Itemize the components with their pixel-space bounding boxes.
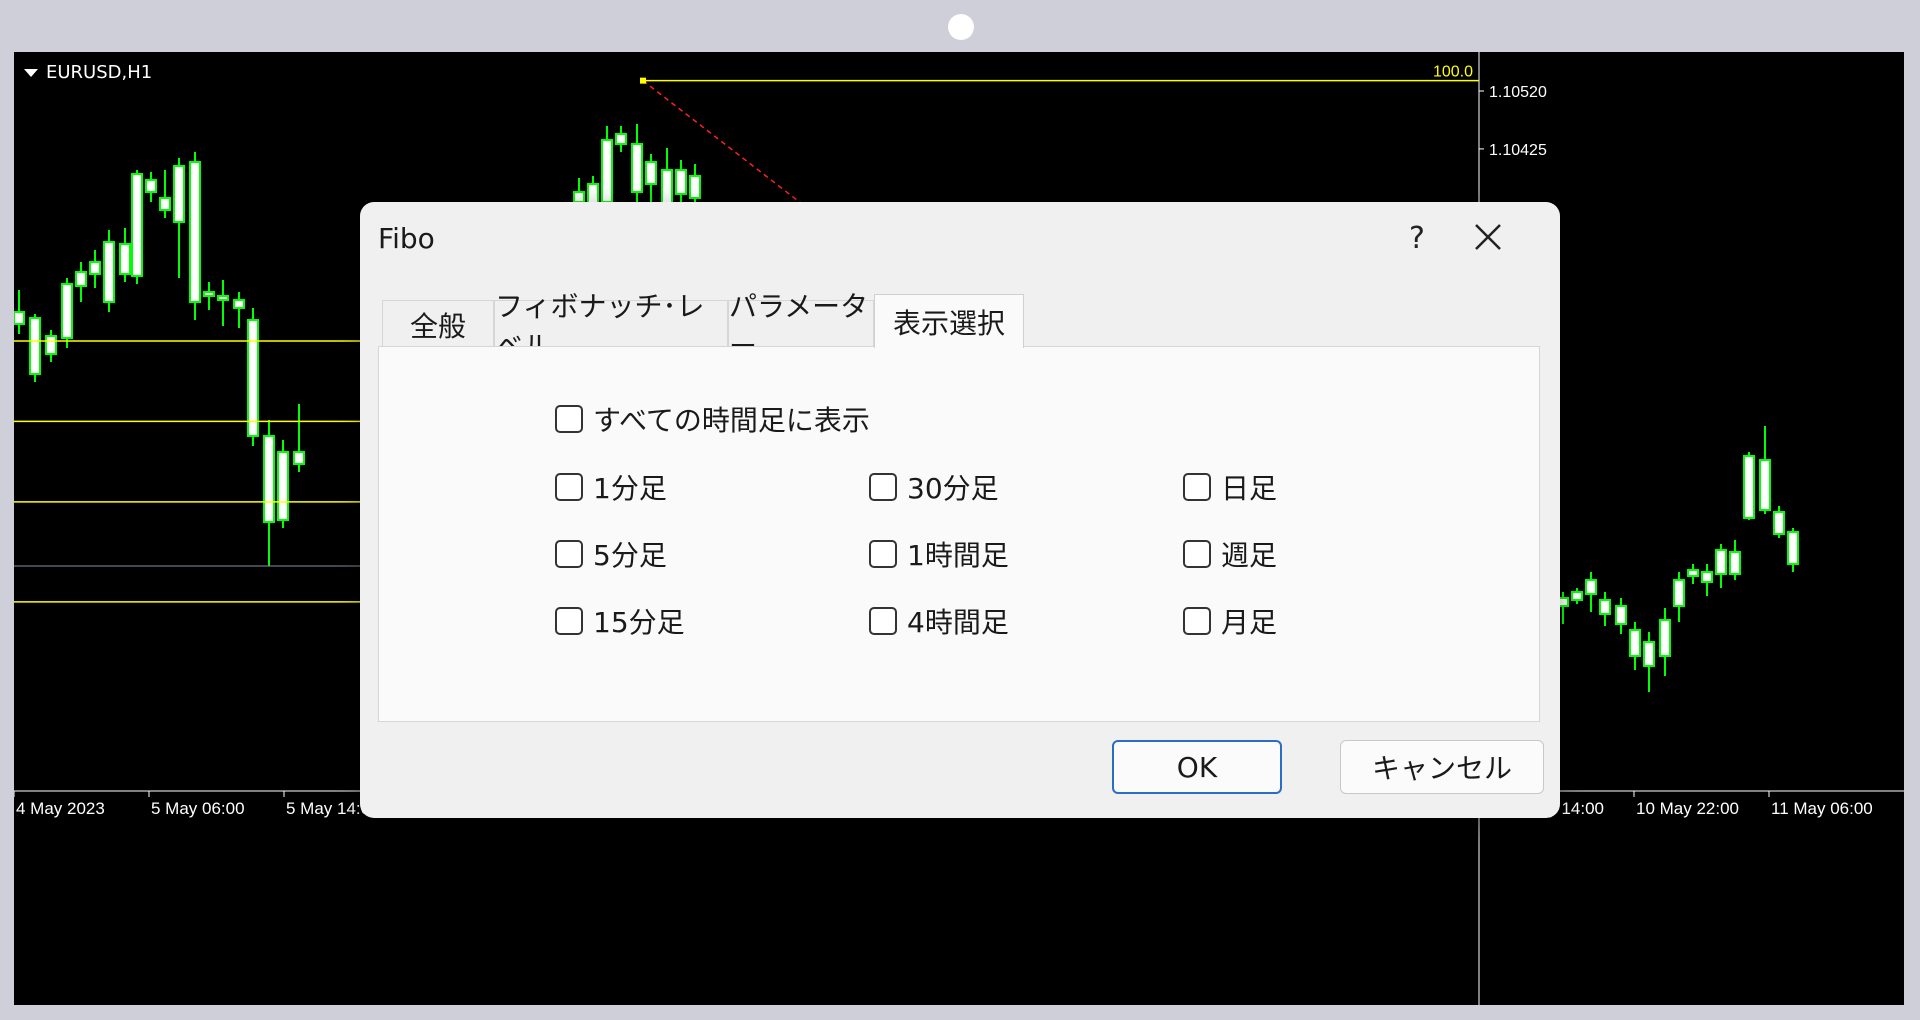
checkbox-box[interactable] [555, 405, 583, 433]
dropdown-triangle-icon[interactable] [24, 68, 38, 77]
time-label: 10 May 22:00 [1636, 799, 1739, 818]
symbol-text: EURUSD,H1 [46, 62, 153, 83]
cancel-button[interactable]: キャンセル [1340, 740, 1544, 794]
candle-body [293, 451, 305, 465]
candle-body [263, 435, 275, 523]
candle-body [14, 311, 25, 325]
symbol-label[interactable]: EURUSD,H1 [24, 62, 152, 83]
candle-body [1585, 579, 1597, 595]
checkbox-label: 1時間足 [907, 539, 1009, 572]
checkbox-box[interactable] [555, 607, 583, 635]
help-button[interactable]: ? [1390, 214, 1444, 262]
timeframe-checkbox-m30[interactable]: 30分足 [869, 467, 999, 507]
candle-body [89, 261, 101, 275]
timeframe-checkbox-h4[interactable]: 4時間足 [869, 601, 1009, 641]
dialog-title: Fibo [378, 222, 435, 255]
candle-body [1715, 549, 1727, 575]
candle-body [615, 133, 627, 145]
checkbox-box[interactable] [869, 607, 897, 635]
candle-body [1787, 531, 1799, 565]
checkbox-label: 日足 [1221, 472, 1278, 505]
candle-body [217, 295, 229, 301]
candle-body [45, 335, 57, 355]
candle-body [1729, 551, 1741, 575]
candle-body [61, 283, 73, 339]
candle-body [1599, 599, 1611, 615]
candle-body [1701, 571, 1713, 583]
checkbox-box[interactable] [1183, 607, 1211, 635]
checkbox-box[interactable] [869, 473, 897, 501]
fibo-level-label: 100.0 [1433, 64, 1473, 81]
checkbox-box[interactable] [555, 473, 583, 501]
tab-bar: 全般 フィボナッチ･レベル パラメーター 表示選択 [382, 290, 1024, 363]
time-label: 5 May 06:00 [151, 799, 245, 818]
timeframe-checkbox-m1[interactable]: 1分足 [555, 467, 667, 507]
checkbox-label: 月足 [1221, 606, 1278, 639]
checkbox-box[interactable] [869, 540, 897, 568]
checkbox-label: 30分足 [907, 472, 999, 505]
price-label: 1.10425 [1489, 142, 1547, 159]
candle-body [103, 241, 115, 303]
candle-body [631, 143, 643, 193]
candle-body [173, 165, 185, 223]
time-label: 4 May 2023 [16, 799, 105, 818]
timeframe-checkbox-w1[interactable]: 週足 [1183, 534, 1277, 574]
candle-body [1759, 459, 1771, 511]
close-button[interactable] [1456, 212, 1520, 262]
checkbox-label: 15分足 [593, 606, 685, 639]
candle-body [189, 161, 201, 303]
fibo-anchor-top [640, 77, 646, 84]
candle-body [689, 175, 701, 199]
timeframe-checkbox-m15[interactable]: 15分足 [555, 601, 685, 641]
checkbox-box[interactable] [1183, 540, 1211, 568]
candle-body [601, 139, 613, 203]
timeframe-checkbox-mn[interactable]: 月足 [1183, 601, 1277, 641]
checkbox-box[interactable] [555, 540, 583, 568]
candle-body [159, 197, 171, 211]
checkbox-box[interactable] [1183, 473, 1211, 501]
timeframe-checkbox-m5[interactable]: 5分足 [555, 534, 667, 574]
candle-body [75, 271, 87, 287]
candle-body [1643, 641, 1655, 667]
timeframe-checkbox-h1[interactable]: 1時間足 [869, 534, 1009, 574]
candle-body [1673, 579, 1685, 607]
tab-parameters[interactable]: パラメーター [728, 290, 874, 363]
close-icon [1475, 224, 1501, 250]
candle-body [29, 317, 41, 375]
checkbox-label: 4時間足 [907, 606, 1009, 639]
candle-body [645, 161, 657, 185]
candle-body [1687, 569, 1699, 577]
tab-visualization[interactable]: 表示選択 [874, 294, 1024, 348]
all-timeframes-checkbox[interactable]: すべての時間足に表示 [555, 399, 870, 439]
candle-body [145, 179, 157, 193]
candle-body [1773, 511, 1785, 535]
candle-body [277, 451, 289, 521]
candle-body [573, 191, 585, 203]
candle-body [203, 291, 215, 297]
tab-fibonacci-levels[interactable]: フィボナッチ･レベル [494, 290, 728, 363]
device-frame: 1.105201.104251.103301.102351.101401.100… [0, 0, 1920, 1020]
candle-body [1659, 619, 1671, 657]
price-label: 1.10520 [1489, 84, 1547, 101]
ok-button[interactable]: OK [1112, 740, 1282, 794]
candle-body [1615, 605, 1627, 625]
candle-body [247, 319, 259, 437]
checkbox-label: 週足 [1221, 539, 1278, 572]
candle-body [119, 243, 131, 275]
time-label: 11 May 06:00 [1771, 799, 1873, 818]
candle-body [131, 173, 143, 277]
fibo-properties-dialog: Fibo ? 全般 フィボナッチ･レベル パラメーター 表示選択 すべての時間足… [360, 202, 1560, 818]
checkbox-label: 5分足 [593, 539, 667, 572]
camera-dot [948, 14, 974, 40]
candle-body [1743, 455, 1755, 519]
candle-body [675, 169, 687, 195]
timeframe-checkbox-d1[interactable]: 日足 [1183, 467, 1277, 507]
tab-general[interactable]: 全般 [382, 300, 494, 348]
tab-panel-visualization: すべての時間足に表示 1分足 30分足 日足 5分足 1時間足 週足 15分足 … [378, 346, 1540, 722]
checkbox-label: 1分足 [593, 472, 667, 505]
candle-body [233, 299, 245, 309]
checkbox-label: すべての時間足に表示 [593, 404, 870, 437]
candle-body [1571, 591, 1583, 601]
candle-body [1629, 629, 1641, 657]
